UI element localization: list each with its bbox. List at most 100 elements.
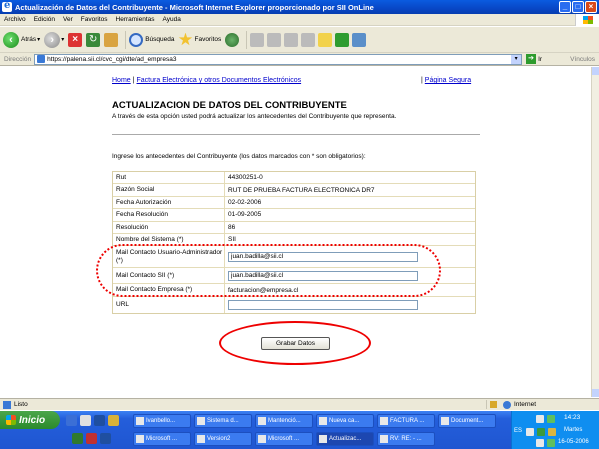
menu-favoritos[interactable]: Favoritos (77, 16, 112, 23)
taskbar-item[interactable]: Sistema d... (194, 414, 252, 428)
url-input[interactable] (228, 299, 418, 310)
taskbar-item-label: Actualizac... (329, 436, 362, 442)
globe-icon (503, 401, 511, 409)
taskbar-item[interactable]: FACTURA ... (377, 414, 435, 428)
close-button[interactable]: × (585, 1, 597, 13)
chevron-down-icon[interactable]: ▾ (37, 36, 40, 43)
start-button[interactable]: Inicio (0, 411, 60, 429)
toolbar-separator (246, 30, 248, 49)
address-url: https://palena.sii.cl/cvc_cgi/dte/ad_emp… (47, 55, 177, 63)
taskbar-item[interactable]: Document... (438, 414, 496, 428)
page-icon (3, 400, 11, 409)
taskbar-item[interactable]: Ivanbello... (133, 414, 191, 428)
menu-ayuda[interactable]: Ayuda (159, 16, 185, 23)
forward-button[interactable]: › ▾ (44, 31, 64, 48)
taskbar-item[interactable]: Version2 (194, 432, 252, 446)
taskbar-item-active[interactable]: Actualizac... (316, 432, 374, 446)
quicklaunch-access-icon[interactable] (86, 433, 97, 444)
taskbar-item[interactable]: Mantenció... (255, 414, 313, 428)
form-row-fecha-autorizacion: Fecha Autorización 02-02-2006 (113, 196, 475, 210)
home-icon[interactable] (104, 32, 119, 47)
page-title: ACTUALIZACION DE DATOS DEL CONTRIBUYENTE (112, 100, 347, 111)
media-icon[interactable] (225, 32, 240, 47)
window-title-bar[interactable]: Actualización de Datos del Contribuyente… (0, 0, 599, 14)
internet-explorer-icon (2, 0, 12, 12)
quicklaunch-word2-icon[interactable] (100, 433, 111, 444)
vertical-scrollbar[interactable] (591, 67, 599, 397)
field-label: Razón Social (113, 184, 225, 196)
taskbar-item[interactable]: RV: RE: - ... (377, 432, 435, 446)
links-button[interactable]: Vínculos (570, 56, 595, 63)
top-nav: Home | Factura Electrónica y otros Documen… (112, 77, 301, 84)
refresh-icon[interactable]: ↻ (86, 32, 101, 47)
go-arrow-icon[interactable]: ➔ (526, 54, 537, 64)
scroll-up-icon[interactable] (592, 67, 599, 75)
window-icon (197, 417, 205, 425)
messenger-icon[interactable] (335, 32, 350, 47)
language-indicator[interactable]: ES (514, 428, 522, 434)
chevron-down-icon[interactable]: ▾ (61, 36, 64, 43)
form-row-resolucion: Resolución 86 (113, 221, 475, 234)
form-row-url: URL (113, 296, 475, 313)
history-icon[interactable] (250, 32, 265, 47)
taskbar-item[interactable]: Microsoft ... (133, 432, 191, 446)
quicklaunch-ie-icon[interactable] (80, 415, 91, 426)
status-text: Listo (14, 401, 28, 408)
taskbar-item[interactable]: Nueva ca... (316, 414, 374, 428)
tray-icon[interactable] (536, 439, 544, 447)
maximize-button[interactable]: □ (572, 1, 584, 13)
taskbar-item-label: Version2 (207, 436, 231, 442)
favorites-button[interactable]: Favoritos (178, 32, 221, 47)
field-value: RUT DE PRUEBA FACTURA ELECTRONICA DR7 (228, 186, 375, 194)
window-icon (136, 417, 144, 425)
tray-icon[interactable] (547, 439, 555, 447)
factura-electronica-link[interactable]: Factura Electrónica y otros Documentos E… (137, 77, 302, 84)
menu-archivo[interactable]: Archivo (0, 16, 30, 23)
home-link[interactable]: Home (112, 77, 131, 84)
print-icon[interactable] (284, 32, 299, 47)
address-label: Dirección (4, 55, 32, 63)
chevron-down-icon[interactable]: ▾ (511, 54, 522, 64)
star-icon (178, 32, 193, 46)
back-button[interactable]: ‹ Atrás ▾ (3, 31, 40, 48)
window-icon (258, 417, 266, 425)
back-arrow-icon: ‹ (3, 31, 19, 48)
form-row-fecha-resolucion: Fecha Resolución 01-09-2005 (113, 209, 475, 222)
taskbar-item-label: Document... (451, 418, 484, 424)
clock-date: 16-05-2006 (558, 439, 589, 445)
window-icon (441, 417, 449, 425)
tray-icon[interactable] (526, 428, 534, 436)
folder-icon[interactable] (318, 32, 333, 47)
taskbar-item-label: Microsoft ... (146, 436, 178, 442)
research-icon[interactable] (352, 32, 367, 47)
minimize-button[interactable]: _ (559, 1, 571, 13)
menu-herramientas[interactable]: Herramientas (112, 16, 159, 23)
windows-logo-icon (6, 415, 16, 425)
forward-arrow-icon: › (44, 31, 61, 48)
start-label: Inicio (19, 414, 46, 426)
secure-page-link[interactable]: Página Segura (425, 77, 471, 84)
edit-icon[interactable] (301, 32, 316, 47)
tray-mail-icon[interactable] (536, 415, 544, 423)
go-button[interactable]: Ir (538, 56, 542, 63)
status-divider (486, 400, 487, 409)
tray-network-icon[interactable] (547, 415, 555, 423)
menu-ver[interactable]: Ver (59, 16, 77, 23)
menu-edicion[interactable]: Edición (30, 16, 59, 23)
quicklaunch-excel-icon[interactable] (72, 433, 83, 444)
secure-page-separator: | (421, 77, 423, 84)
quicklaunch-word-icon[interactable] (94, 415, 105, 426)
address-input[interactable]: https://palena.sii.cl/cvc_cgi/dte/ad_emp… (34, 53, 523, 65)
tray-icon[interactable] (537, 428, 545, 436)
mail-icon[interactable] (267, 32, 282, 47)
tray-volume-icon[interactable] (548, 428, 556, 436)
form-row-rut: Rut 44300251-0 (113, 172, 475, 185)
quicklaunch-folder-icon[interactable] (108, 415, 119, 426)
quicklaunch-desktop-icon[interactable] (66, 415, 77, 426)
search-button[interactable]: Búsqueda (129, 32, 174, 47)
scroll-down-icon[interactable] (592, 389, 599, 397)
field-value: 01-09-2005 (228, 211, 262, 219)
taskbar-item[interactable]: Microsoft ... (255, 432, 313, 446)
taskbar-item-label: Mantenció... (268, 418, 301, 424)
stop-icon[interactable]: × (68, 32, 83, 47)
